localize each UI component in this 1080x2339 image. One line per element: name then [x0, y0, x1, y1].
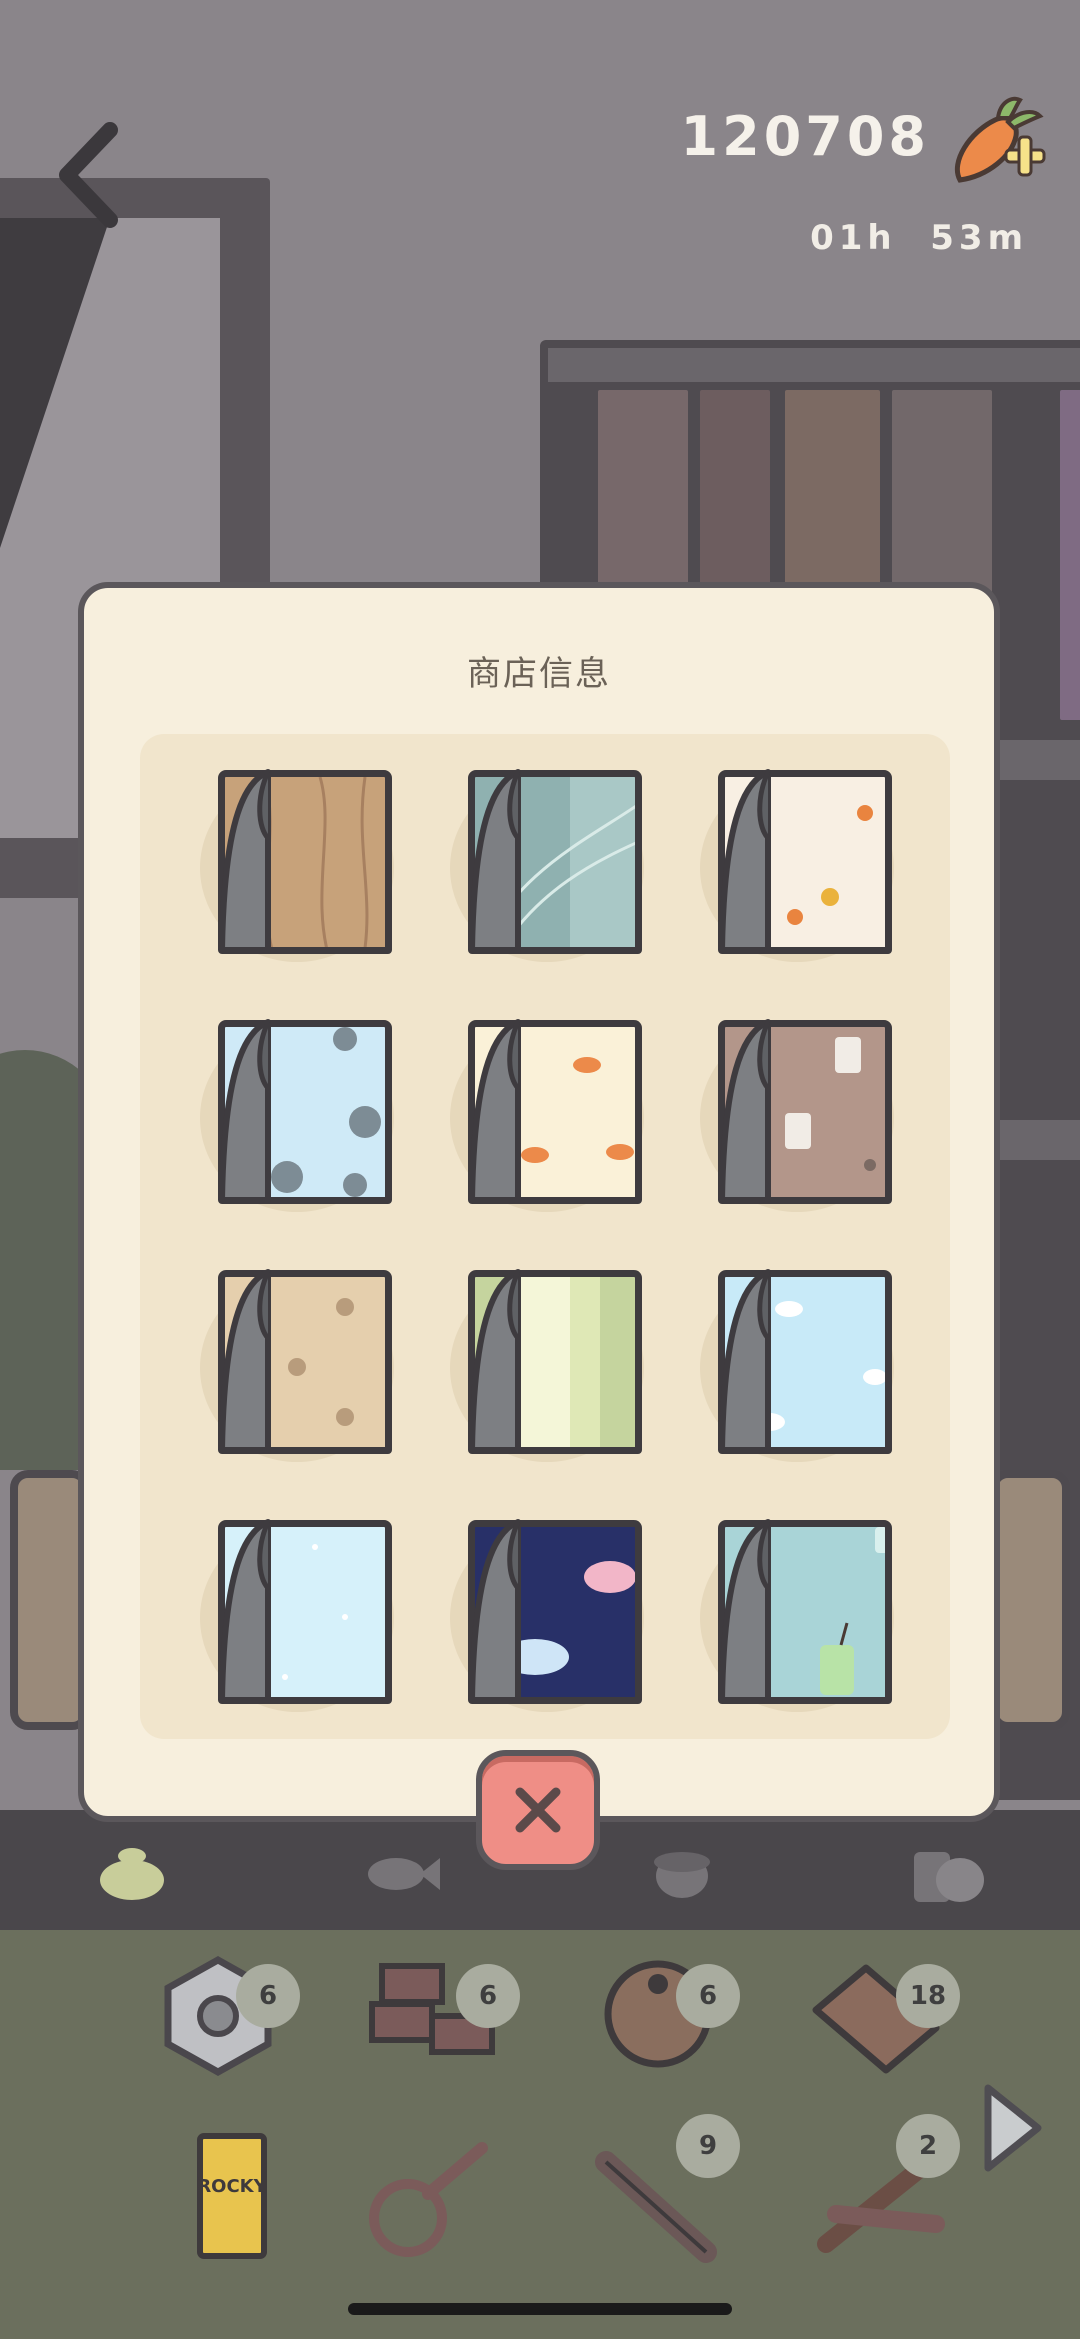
fish-icon [368, 1858, 440, 1890]
page-curl-icon [712, 1518, 772, 1704]
item-count-badge: 6 [456, 1964, 520, 2028]
wallpaper-item-light-blue-sparkle-wallpaper[interactable] [200, 1512, 400, 1712]
wallpaper-grid [140, 734, 950, 1739]
item-count-badge: 2 [896, 2114, 960, 2178]
wallpaper-item-carrot-pattern-wallpaper[interactable] [450, 1012, 650, 1212]
back-button[interactable] [50, 120, 130, 230]
wallpaper-item-sky-cloud-wallpaper[interactable] [700, 1262, 900, 1462]
food-icon [914, 1852, 984, 1902]
timer: 01h 53m [810, 218, 1028, 258]
close-icon [515, 1787, 561, 1833]
page-curl-icon [212, 1018, 272, 1204]
shop-info-modal: 商店信息 [78, 582, 1000, 1822]
bookshelf-top [548, 348, 1080, 382]
acorn-icon [654, 1852, 710, 1898]
acorn-tab[interactable] [644, 1842, 724, 1902]
wallpaper-item-teal-leaf-wallpaper[interactable] [450, 762, 650, 962]
rocky-box-icon: ROCKY [197, 2133, 268, 2259]
bag-tab[interactable] [92, 1842, 172, 1902]
item-count-badge: 18 [896, 1964, 960, 2028]
page-curl-icon [712, 1268, 772, 1454]
close-button[interactable] [476, 1750, 600, 1870]
page-curl-icon [462, 1518, 522, 1704]
carrot-plus-icon[interactable] [940, 92, 1050, 192]
food-tab[interactable] [908, 1842, 988, 1902]
page-curl-icon [712, 768, 772, 954]
rope-icon [369, 2142, 488, 2257]
page-curl-icon [212, 768, 272, 954]
wallpaper-item-night-cloud-wallpaper[interactable] [450, 1512, 650, 1712]
sack-icon [100, 1848, 164, 1900]
item-count-badge: 6 [236, 1964, 300, 2028]
wallpaper-item-blue-butterfly-wallpaper[interactable] [200, 1012, 400, 1212]
item-count-badge: 6 [676, 1964, 740, 2028]
item-count-badge: 9 [676, 2114, 740, 2178]
page-curl-icon [462, 1268, 522, 1454]
picture-mountain [0, 218, 110, 578]
svg-text:ROCKY: ROCKY [197, 2176, 267, 2197]
wallpaper-item-wood-grain-wallpaper[interactable] [200, 762, 400, 962]
chevron-left-icon [59, 122, 118, 228]
page-curl-icon [462, 1018, 522, 1204]
currency-amount: 120708 [680, 105, 930, 168]
wallpaper-item-paw-print-wallpaper[interactable] [200, 1262, 400, 1462]
page-curl-icon [212, 1518, 272, 1704]
modal-title: 商店信息 [467, 654, 611, 694]
wallpaper-item-bubble-tea-wallpaper[interactable] [700, 1512, 900, 1712]
next-page-button[interactable] [976, 2078, 1046, 2178]
fish-tab[interactable] [362, 1842, 442, 1902]
home-indicator[interactable] [348, 2303, 732, 2315]
wallpaper-item-green-stripe-wallpaper[interactable] [450, 1262, 650, 1462]
wallpaper-item-autumn-leaves-wallpaper[interactable] [700, 762, 900, 962]
wallpaper-item-coffee-cup-wallpaper[interactable] [700, 1012, 900, 1212]
page-curl-icon [462, 768, 522, 954]
page-curl-icon [712, 1018, 772, 1204]
page-curl-icon [212, 1268, 272, 1454]
inventory-item-rope[interactable] [362, 2134, 502, 2264]
inventory-item-rocky-snack[interactable]: ROCKY [160, 2130, 300, 2260]
cart-right [990, 1470, 1070, 1730]
arrow-right-icon [984, 2084, 1042, 2172]
book [1060, 390, 1080, 720]
